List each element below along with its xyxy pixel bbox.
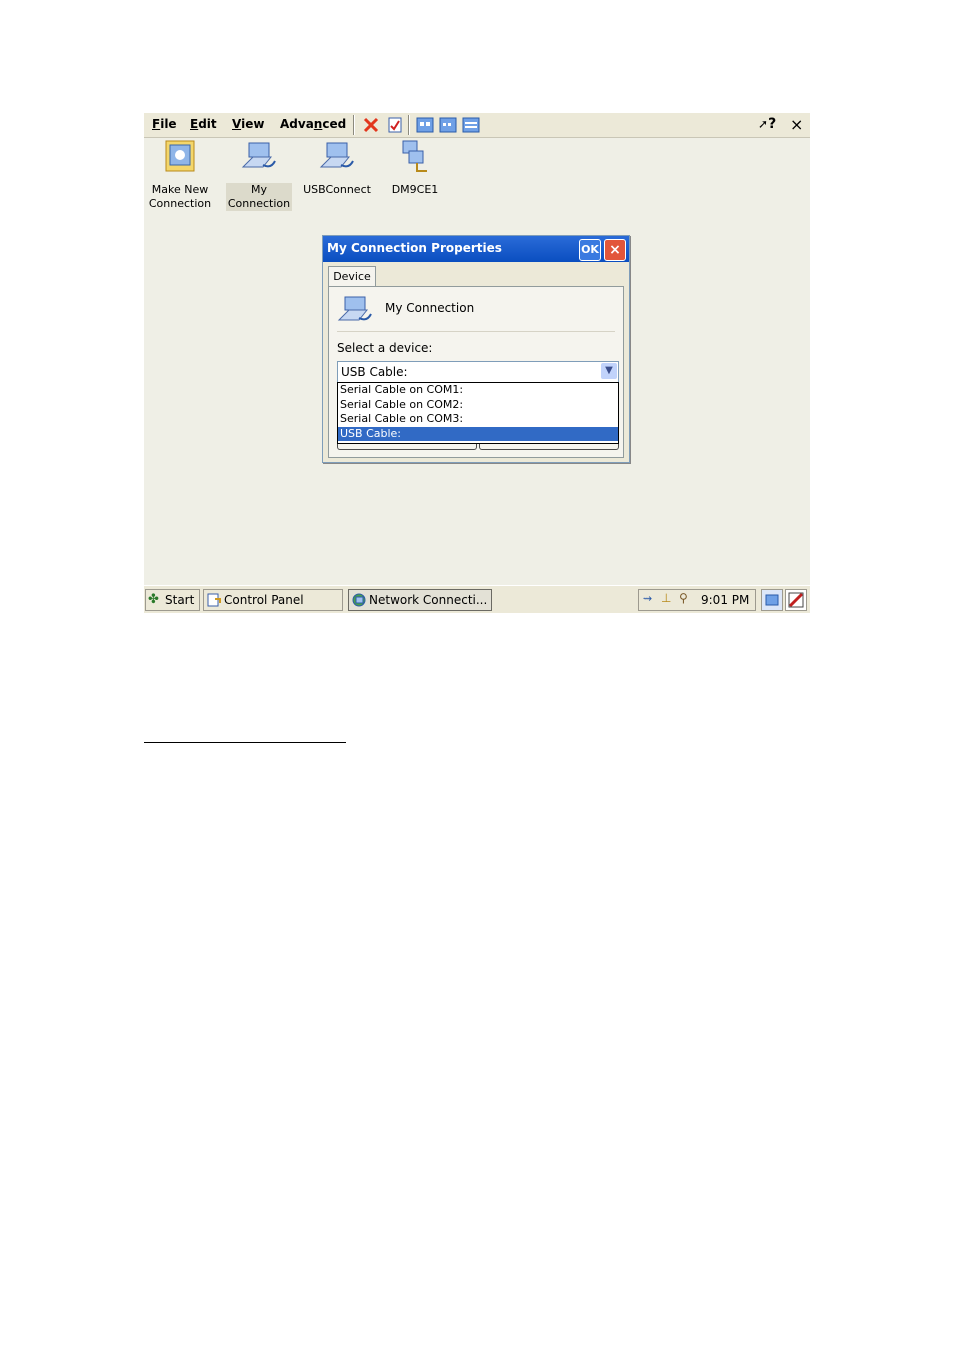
dm9ce1-item[interactable]: DM9CE1 (377, 139, 453, 197)
make-new-connection-icon (165, 140, 195, 172)
device-select-value: USB Cable: (341, 365, 408, 379)
menu-advanced[interactable]: Advanced (280, 117, 346, 131)
chevron-down-icon[interactable]: ▼ (601, 363, 617, 379)
device-option[interactable]: Serial Cable on COM3: (338, 412, 618, 427)
properties-icon[interactable] (386, 116, 404, 134)
details-view-icon[interactable] (462, 116, 480, 134)
taskbar-control-panel[interactable]: Control Panel (203, 589, 343, 611)
taskbar: ✤ Start Control Panel Network Connecti..… (144, 585, 810, 613)
connection-tray-icon[interactable]: ⇝ (643, 592, 652, 605)
device-dropdown-list: Serial Cable on COM1: Serial Cable on CO… (337, 382, 619, 444)
task-label: Network Connecti... (369, 593, 488, 607)
menu-edit[interactable]: Edit (190, 117, 217, 131)
usbconnect-label: USBConnect (303, 183, 371, 196)
usbconnect-item[interactable]: USBConnect (299, 139, 375, 197)
menu-file[interactable]: File (152, 117, 177, 131)
start-button[interactable]: ✤ Start (145, 589, 200, 611)
footnote-rule (144, 742, 346, 743)
small-icons-view-icon[interactable] (439, 116, 457, 134)
network-connection-icon (337, 296, 372, 321)
connection-name: My Connection (385, 301, 475, 315)
toolbar-separator (408, 115, 410, 135)
usb-tray-icon[interactable]: ⚲ (679, 591, 688, 605)
dialog-titlebar: My Connection Properties OK × (323, 236, 629, 262)
menu-bar: File Edit View Advanced ➚? × (144, 113, 810, 138)
ok-button[interactable]: OK (579, 239, 601, 261)
my-connection-item[interactable]: My Connection (221, 139, 297, 211)
delete-icon[interactable] (362, 116, 380, 134)
system-tray: ⇝ ⊥ ⚲ 9:01 PM (638, 589, 756, 611)
dialog-close-button[interactable]: × (604, 239, 626, 261)
control-panel-icon (207, 593, 221, 607)
help-icon[interactable]: ➚? (758, 116, 776, 132)
lan-adapter-icon (402, 140, 427, 172)
network-tray-icon[interactable]: ⊥ (661, 591, 671, 605)
device-option[interactable]: Serial Cable on COM1: (338, 383, 618, 398)
device-option[interactable]: Serial Cable on COM2: (338, 398, 618, 413)
device-select[interactable]: USB Cable: ▼ (337, 361, 619, 383)
network-connection-icon (241, 142, 276, 168)
start-label: Start (165, 593, 195, 607)
divider (337, 331, 615, 332)
device-tab-panel: My Connection Select a device: USB Cable… (328, 286, 624, 458)
task-label: Control Panel (224, 593, 304, 607)
network-icon (352, 593, 366, 607)
windows-logo-icon: ✤ (148, 592, 159, 607)
select-device-label: Select a device: (337, 341, 433, 355)
clock[interactable]: 9:01 PM (701, 593, 749, 607)
dm9ce1-label: DM9CE1 (391, 183, 439, 196)
large-icons-view-icon[interactable] (416, 116, 434, 134)
menu-separator (353, 115, 355, 135)
tab-device[interactable]: Device (328, 266, 376, 287)
my-connection-label: My Connection (225, 183, 293, 211)
device-option-selected[interactable]: USB Cable: (338, 426, 618, 441)
network-connection-icon (319, 142, 354, 168)
make-new-connection-item[interactable]: Make New Connection (144, 139, 218, 211)
connection-properties-dialog: My Connection Properties OK × Device My … (322, 235, 630, 463)
window-close-icon[interactable]: × (790, 115, 803, 134)
make-new-connection-label: Make New Connection (148, 183, 212, 210)
desktop-switch-icon[interactable] (761, 589, 783, 611)
taskbar-network-connections[interactable]: Network Connecti... (348, 589, 492, 611)
device-screen: File Edit View Advanced ➚? × Make New Co… (144, 113, 810, 613)
menu-view[interactable]: View (232, 117, 264, 131)
dialog-title: My Connection Properties (327, 241, 502, 255)
input-panel-icon[interactable] (785, 589, 807, 611)
